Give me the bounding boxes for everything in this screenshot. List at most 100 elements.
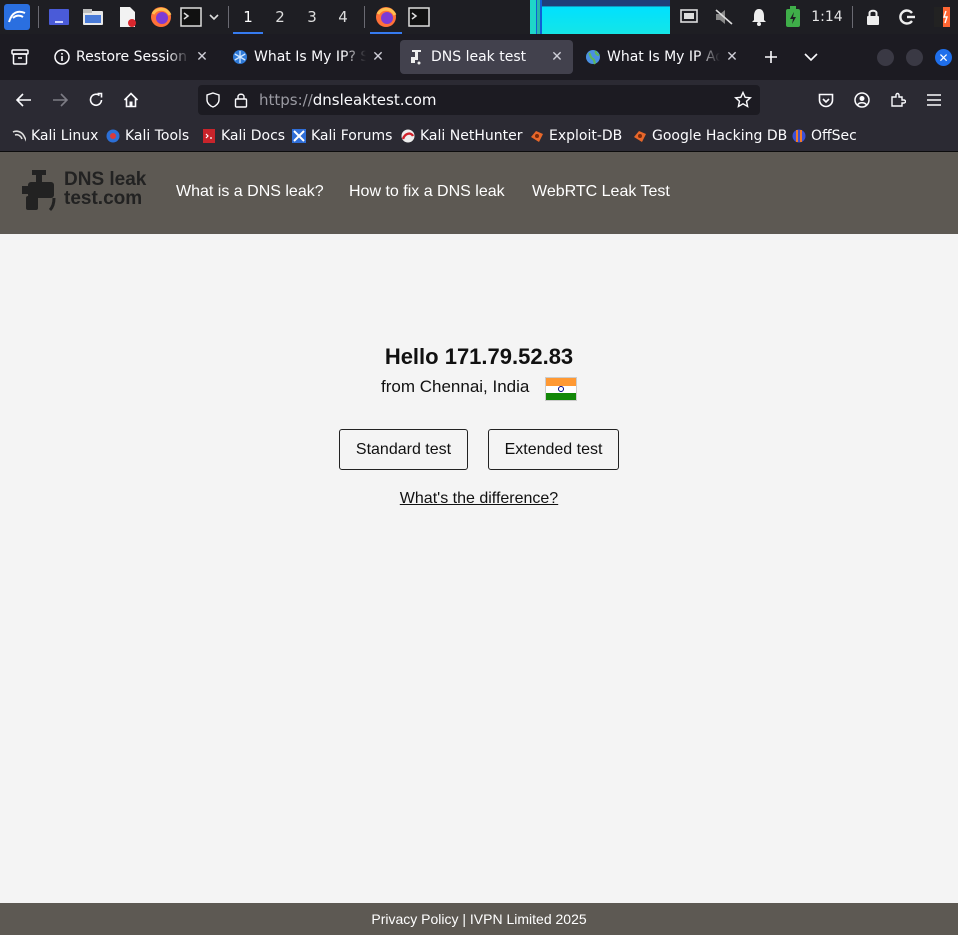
bookmark-kali-linux[interactable]: Kali Linux [12,120,98,151]
firefox-view-icon[interactable] [8,40,32,74]
tab-what-is-my-ip-address[interactable]: What Is My IP Addr ✕ [578,40,748,74]
terminal-window-button[interactable] [404,0,434,34]
nav-how-to-fix-dns-leak[interactable]: How to fix a DNS leak [349,183,505,201]
kali-tools-icon [106,129,120,143]
bookmark-label: Kali Linux [31,127,99,144]
account-button[interactable] [850,88,874,112]
faucet-logo-icon [22,170,56,212]
reload-button[interactable] [84,88,108,112]
close-icon[interactable]: ✕ [549,49,565,65]
workspace-1[interactable]: 1 [233,0,263,34]
app-menu-button[interactable] [922,88,946,112]
pocket-button[interactable] [814,88,838,112]
logout-icon[interactable] [895,0,919,34]
bookmark-exploit-db[interactable]: Exploit-DB [530,120,622,151]
show-desktop-icon[interactable] [46,0,72,34]
plus-icon [765,51,777,63]
standard-test-button[interactable]: Standard test [339,429,468,470]
bookmarks-toolbar: Kali Linux Kali Tools Kali Docs Kali For… [0,120,958,152]
bookmark-kali-docs[interactable]: Kali Docs [202,120,285,151]
close-icon[interactable]: ✕ [370,49,386,65]
home-button[interactable] [119,88,143,112]
greeting-ip: Hello 171.79.52.83 [384,344,574,369]
tab-label: Restore Session [76,49,187,65]
logo-line-1: DNS leak [64,169,147,190]
lock-screen-icon[interactable] [861,0,885,34]
hamburger-menu-icon [927,94,941,106]
kali-dragon-icon [12,129,26,143]
kali-menu-icon[interactable] [2,0,32,34]
info-icon [54,49,70,65]
url-host: dnsleaktest.com [312,91,437,109]
bookmark-kali-tools[interactable]: Kali Tools [106,120,189,151]
clock[interactable]: 1:14 [810,0,844,34]
tab-label: What Is My IP Addr [607,49,720,65]
pocket-icon [818,93,834,107]
bookmark-label: Kali Forums [311,127,393,144]
minimize-button[interactable] [877,49,894,66]
home-icon [123,92,139,108]
extensions-button[interactable] [886,88,910,112]
workspace-2[interactable]: 2 [265,0,295,34]
bookmark-label: OffSec [811,127,857,144]
url-bar[interactable]: https://dnsleaktest.com [198,85,760,115]
bookmark-kali-forums[interactable]: Kali Forums [292,120,392,151]
close-icon[interactable]: ✕ [724,49,740,65]
workspace-3[interactable]: 3 [297,0,327,34]
close-icon[interactable]: ✕ [194,49,210,65]
bookmark-offsec[interactable]: OffSec [792,120,857,151]
close-window-button[interactable]: ✕ [935,49,952,66]
offsec-icon [792,129,806,143]
back-button[interactable] [12,88,36,112]
firefox-icon [376,7,397,27]
firefox-window-button[interactable] [370,0,402,34]
site-footer: Privacy Policy | IVPN Limited 2025 [0,903,958,935]
footer-text[interactable]: Privacy Policy | IVPN Limited 2025 [371,911,586,927]
kali-forums-icon [292,128,306,143]
extended-test-button[interactable]: Extended test [488,429,619,470]
text-editor-icon[interactable] [114,0,140,34]
burp-suite-icon[interactable] [930,0,954,34]
kali-docs-icon [202,128,216,143]
bookmark-label: Kali NetHunter [420,127,523,144]
list-all-tabs-button[interactable] [798,40,824,74]
battery-charging-icon[interactable] [781,0,805,34]
difference-link: What's the difference? [0,490,958,508]
terminal-launcher-icon[interactable] [178,0,204,34]
network-icon[interactable] [677,0,701,34]
tab-dns-leak-test[interactable]: DNS leak test ✕ [400,40,573,74]
logo-line-2: test.com [64,188,143,209]
taskbar: 1 2 3 4 1:14 [0,0,958,34]
india-flag-icon [545,377,577,401]
tab-restore-session[interactable]: Restore Session ✕ [46,40,218,74]
snowflake-globe-icon [232,49,248,65]
bookmark-label: Kali Tools [125,127,190,144]
logo-text: DNS leak test.com [64,170,146,208]
lock-icon[interactable] [234,92,248,108]
forward-button[interactable] [48,88,72,112]
nav-what-is-dns-leak[interactable]: What is a DNS leak? [176,183,324,201]
new-tab-button[interactable] [758,40,784,74]
globe-icon [585,49,601,65]
reload-icon [89,92,103,106]
tab-what-is-my-ip-security[interactable]: What Is My IP? Sec ✕ [224,40,394,74]
firefox-launcher-icon[interactable] [147,0,175,34]
bookmark-label: Kali Docs [221,127,286,144]
bookmark-google-hacking-db[interactable]: Google Hacking DB [633,120,787,151]
difference-link-text[interactable]: What's the difference? [400,490,558,507]
notification-bell-icon[interactable] [747,0,771,34]
chevron-down-icon[interactable] [206,0,222,34]
arrow-left-icon [16,93,31,107]
maximize-button[interactable] [906,49,923,66]
site-logo[interactable]: DNS leak test.com [22,168,152,214]
file-manager-icon[interactable] [80,0,106,34]
volume-muted-icon[interactable] [712,0,736,34]
nav-webrtc-leak-test[interactable]: WebRTC Leak Test [532,183,670,201]
url-text[interactable]: https://dnsleaktest.com [259,91,437,109]
bookmark-star-icon[interactable] [734,91,752,109]
workspace-4[interactable]: 4 [328,0,358,34]
bookmark-kali-nethunter[interactable]: Kali NetHunter [401,120,522,151]
chevron-down-icon [804,53,818,62]
tracking-protection-shield-icon[interactable] [205,92,221,108]
exploit-db-icon [530,129,544,143]
